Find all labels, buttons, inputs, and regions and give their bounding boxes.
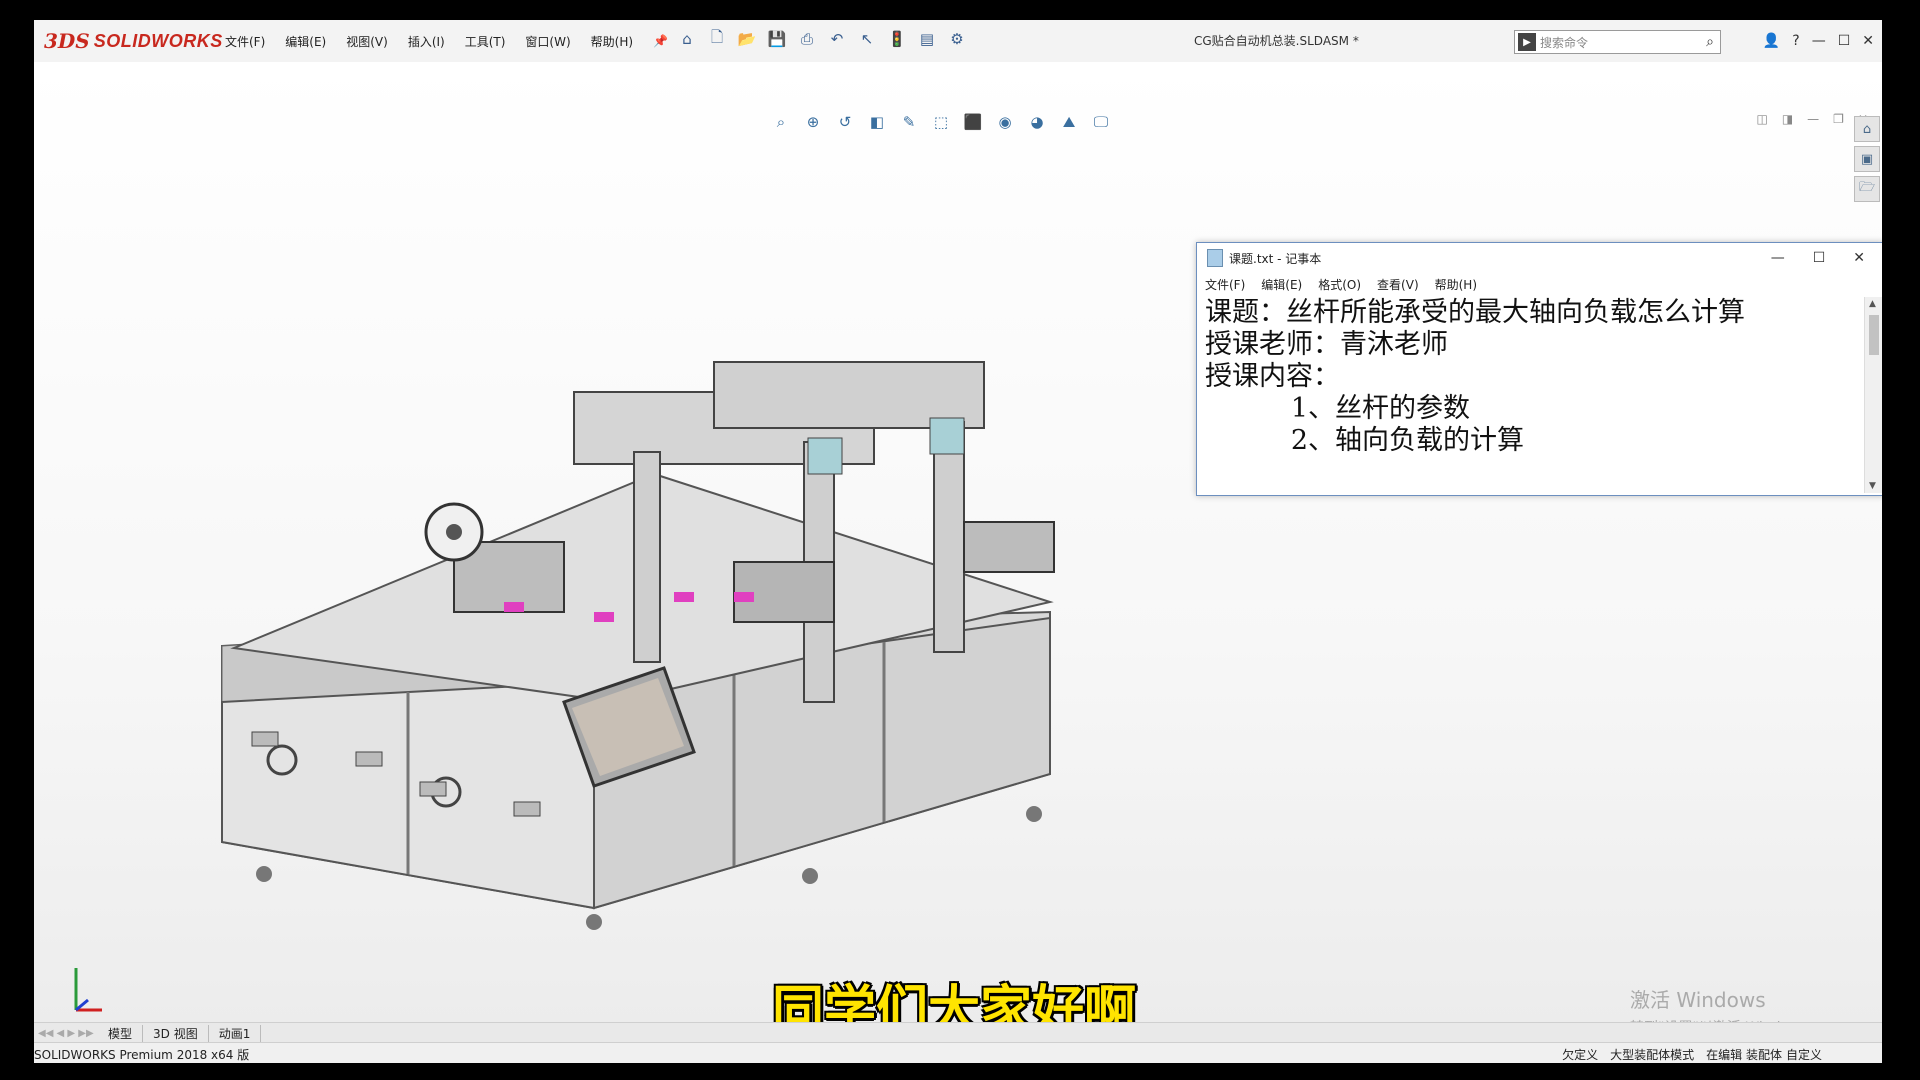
menu-insert[interactable]: 插入(I) (405, 31, 448, 52)
status-editing: 在编辑 装配体 (1706, 1048, 1782, 1062)
logo-text: SOLIDWORKS (93, 30, 223, 51)
status-definition: 欠定义 (1562, 1048, 1599, 1062)
assembly-model[interactable] (34, 62, 1882, 1032)
title-bar: 3DS SOLIDWORKS 文件(F) 编辑(E) 视图(V) 插入(I) 工… (34, 20, 1882, 63)
select-icon[interactable]: ↖ (856, 28, 878, 50)
new-document-icon[interactable]: 🗋 (706, 28, 728, 50)
file-properties-icon[interactable]: ▤ (916, 28, 938, 50)
search-placeholder: 搜索命令 (1540, 35, 1589, 50)
document-title: CG贴合自动机总装.SLDASM * (1194, 34, 1359, 48)
scroll-down-icon[interactable]: ▼ (1869, 481, 1876, 491)
status-items: 欠定义 大型装配体模式 在编辑 装配体 (1562, 1046, 1782, 1063)
notepad-menu-bar: 文件(F) 编辑(E) 格式(O) 查看(V) 帮助(H) (1197, 273, 1882, 295)
help-icon[interactable]: ? (1792, 33, 1799, 49)
model-tabs-bar: ◀◀ ◀ ▶ ▶▶ 模型 3D 视图 动画1 (34, 1022, 1882, 1043)
notepad-menu-view[interactable]: 查看(V) (1377, 276, 1419, 293)
search-command-box[interactable]: ▶ 搜索命令 ⌕ (1514, 30, 1721, 54)
status-custom-units[interactable]: 自定义 (1786, 1046, 1822, 1063)
notepad-line: 授课老师：青沐老师 (1205, 329, 1448, 360)
notepad-line: 1、丝杆的参数 (1205, 393, 1471, 424)
notepad-menu-format[interactable]: 格式(O) (1318, 276, 1361, 293)
menu-tools[interactable]: 工具(T) (462, 31, 509, 52)
save-icon[interactable]: 💾 (766, 28, 788, 50)
coordinate-triad-icon (74, 968, 102, 1012)
notepad-menu-edit[interactable]: 编辑(E) (1261, 276, 1302, 293)
notepad-scrollbar[interactable]: ▲ ▼ (1864, 297, 1882, 493)
maximize-icon[interactable]: ☐ (1838, 33, 1851, 49)
solidworks-logo[interactable]: 3DS SOLIDWORKS (44, 26, 223, 56)
watermark-line1: 激活 Windows (1630, 988, 1766, 1012)
minimize-icon[interactable]: — (1812, 33, 1826, 49)
window-controls: 👤 ? — ☐ ✕ (1763, 20, 1874, 62)
tab-3d-view[interactable]: 3D 视图 (143, 1024, 209, 1042)
options-gear-icon[interactable]: ⚙ (946, 28, 968, 50)
status-version: SOLIDWORKS Premium 2018 x64 版 (34, 1048, 250, 1062)
notepad-minimize-icon[interactable]: — (1771, 250, 1785, 266)
notepad-maximize-icon[interactable]: ☐ (1813, 250, 1826, 266)
print-icon[interactable]: ⎙ (796, 28, 818, 50)
menu-file[interactable]: 文件(F) (222, 31, 268, 52)
close-icon[interactable]: ✕ (1862, 33, 1874, 49)
menu-edit[interactable]: 编辑(E) (282, 31, 329, 52)
notepad-line: 授课内容： (1205, 361, 1340, 392)
logo-ds: 3DS (44, 29, 90, 53)
notepad-menu-help[interactable]: 帮助(H) (1435, 276, 1477, 293)
status-large-assembly: 大型装配体模式 (1610, 1048, 1695, 1062)
menu-view[interactable]: 视图(V) (343, 31, 391, 52)
menu-bar: 文件(F) 编辑(E) 视图(V) 插入(I) 工具(T) 窗口(W) 帮助(H… (222, 20, 671, 62)
scroll-up-icon[interactable]: ▲ (1869, 299, 1876, 309)
graphics-area[interactable]: ⌕ ⊕ ↺ ◧ ✎ ⬚ ⬛ ◉ ◕ ⛰ 🖵 ◫ ◨ — ❐ ✕ ⌂ ▣ 🗁 (34, 62, 1882, 1041)
notepad-window: 课题.txt - 记事本 — ☐ ✕ 文件(F) 编辑(E) 格式(O) 查看(… (1196, 242, 1882, 496)
tab-animation[interactable]: 动画1 (209, 1024, 262, 1042)
notepad-text-area[interactable]: 课题：丝杆所能承受的最大轴向负载怎么计算 授课老师：青沐老师 授课内容： 1、丝… (1201, 297, 1865, 491)
pin-icon[interactable]: 📌 (650, 32, 671, 50)
open-icon[interactable]: 📂 (736, 28, 758, 50)
notepad-close-icon[interactable]: ✕ (1853, 250, 1865, 266)
notepad-line: 2、轴向负载的计算 (1205, 425, 1525, 456)
rebuild-icon[interactable]: 🚦 (886, 28, 908, 50)
notepad-title-bar: 课题.txt - 记事本 — ☐ ✕ (1197, 243, 1882, 273)
quick-toolbar: ⌂ 🗋 📂 💾 ⎙ ↶ ↖ 🚦 ▤ ⚙ (676, 28, 968, 50)
user-icon[interactable]: 👤 (1763, 33, 1780, 49)
notepad-menu-file[interactable]: 文件(F) (1205, 276, 1245, 293)
search-scope-icon[interactable]: ▶ (1518, 33, 1536, 51)
notepad-title: 课题.txt - 记事本 (1229, 251, 1322, 266)
notepad-window-controls: — ☐ ✕ (1771, 250, 1865, 266)
status-bar: SOLIDWORKS Premium 2018 x64 版 欠定义 大型装配体模… (34, 1042, 1882, 1063)
scrollbar-thumb[interactable] (1869, 315, 1879, 355)
tab-model[interactable]: 模型 (98, 1024, 144, 1042)
notepad-line: 课题：丝杆所能承受的最大轴向负载怎么计算 (1205, 297, 1745, 328)
home-icon[interactable]: ⌂ (676, 28, 698, 50)
undo-icon[interactable]: ↶ (826, 28, 848, 50)
search-icon[interactable]: ⌕ (1706, 34, 1714, 50)
menu-help[interactable]: 帮助(H) (588, 31, 636, 52)
solidworks-window: 3DS SOLIDWORKS 文件(F) 编辑(E) 视图(V) 插入(I) 工… (34, 20, 1882, 1063)
notepad-icon (1207, 249, 1223, 267)
menu-window[interactable]: 窗口(W) (522, 31, 573, 52)
tab-scroll-arrows-icon[interactable]: ◀◀ ◀ ▶ ▶▶ (34, 1028, 98, 1039)
